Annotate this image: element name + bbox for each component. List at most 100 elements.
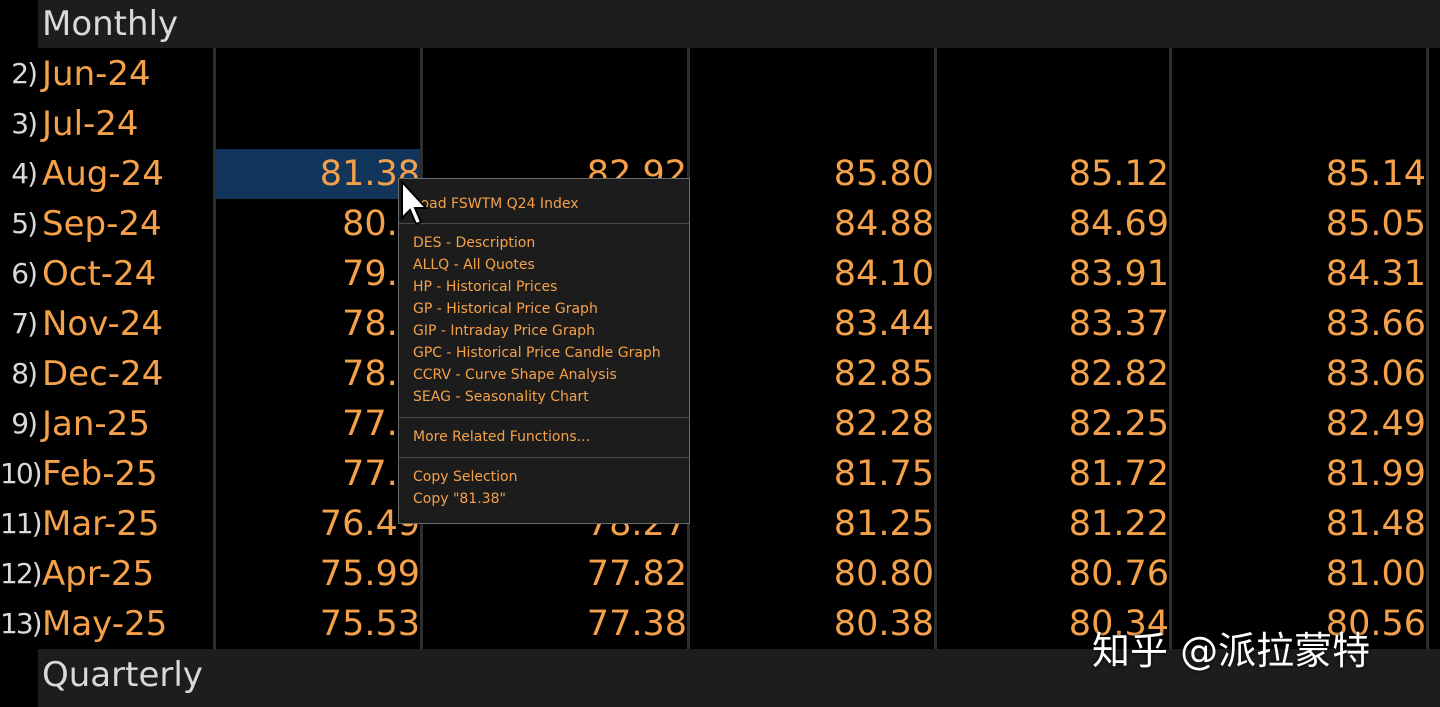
table-row: 10) Feb-25 77.0 81.75 81.72 81.99 [0, 449, 1440, 499]
row-number: 12) [0, 557, 43, 590]
month-label: Sep-24 [42, 204, 162, 244]
menu-item-copy-value[interactable]: Copy "81.38" [413, 488, 506, 510]
month-label: Jan-25 [42, 404, 150, 444]
menu-item-gp[interactable]: GP - Historical Price Graph [413, 298, 598, 320]
menu-item-seag[interactable]: SEAG - Seasonality Chart [413, 386, 589, 408]
month-label: Mar-25 [42, 504, 160, 544]
month-label: Dec-24 [42, 354, 164, 394]
price-cell[interactable]: 81.72 [937, 449, 1169, 499]
price-cell[interactable]: 77.38 [423, 599, 687, 649]
price-cell[interactable]: 75.99 [216, 549, 420, 599]
month-label: Apr-25 [42, 554, 155, 594]
row-number: 4) [11, 157, 38, 190]
price-cell[interactable]: 85.12 [937, 149, 1169, 199]
price-cell[interactable]: 80.38 [690, 599, 934, 649]
price-cell[interactable]: 80.5 [216, 199, 420, 249]
price-cell[interactable] [1172, 99, 1426, 149]
price-cell[interactable]: 84.69 [937, 199, 1169, 249]
menu-item-des[interactable]: DES - Description [413, 232, 535, 254]
month-label: Jun-24 [42, 54, 151, 94]
table-row: 11) Mar-25 76.49 78.27 81.25 81.22 81.48 [0, 499, 1440, 549]
menu-separator [399, 223, 689, 224]
table-row: 9) Jan-25 77.6 82.28 82.25 82.49 [0, 399, 1440, 449]
price-cell[interactable] [937, 49, 1169, 99]
price-cell[interactable]: 83.66 [1172, 299, 1426, 349]
price-cell[interactable]: 81.99 [1172, 449, 1426, 499]
price-cell[interactable]: 78.9 [216, 299, 420, 349]
menu-item-copy-selection[interactable]: Copy Selection [413, 466, 517, 488]
price-cell[interactable]: 85.80 [690, 149, 934, 199]
mouse-pointer-icon [401, 179, 429, 226]
price-cell[interactable]: 76.49 [216, 499, 420, 549]
price-cell[interactable] [423, 99, 687, 149]
context-menu: Load FSWTM Q24 Index DES - Description A… [398, 178, 690, 524]
month-label: Aug-24 [42, 154, 164, 194]
row-number: 8) [11, 357, 38, 390]
row-number: 9) [11, 407, 38, 440]
table-row: 4) Aug-24 81.38 82.92 85.80 85.12 85.14 [0, 149, 1440, 199]
price-cell[interactable] [423, 49, 687, 99]
price-cell[interactable]: 75.53 [216, 599, 420, 649]
price-cell[interactable]: 84.88 [690, 199, 934, 249]
price-cell[interactable]: 77.82 [423, 549, 687, 599]
month-label: Nov-24 [42, 304, 163, 344]
row-number: 6) [11, 257, 38, 290]
table-row: 3) Jul-24 [0, 99, 1440, 149]
price-cell[interactable]: 81.48 [1172, 499, 1426, 549]
price-cell[interactable] [216, 99, 420, 149]
price-cell[interactable]: 84.31 [1172, 249, 1426, 299]
price-cell[interactable]: 81.22 [937, 499, 1169, 549]
row-number: 2) [11, 57, 38, 90]
price-cell[interactable]: 83.37 [937, 299, 1169, 349]
price-cell[interactable] [690, 99, 934, 149]
menu-item-allq[interactable]: ALLQ - All Quotes [413, 254, 535, 276]
price-cell[interactable]: 83.06 [1172, 349, 1426, 399]
row-number: 11) [0, 507, 43, 540]
price-cell[interactable]: 81.00 [1172, 549, 1426, 599]
price-cell[interactable]: 82.49 [1172, 399, 1426, 449]
price-cell[interactable]: 82.25 [937, 399, 1169, 449]
table-row: 6) Oct-24 79.6 84.10 83.91 84.31 [0, 249, 1440, 299]
price-cell[interactable]: 81.75 [690, 449, 934, 499]
menu-item-gip[interactable]: GIP - Intraday Price Graph [413, 320, 595, 342]
row-number: 7) [11, 307, 38, 340]
price-cell[interactable] [216, 49, 420, 99]
month-label: May-25 [42, 604, 168, 644]
price-cell[interactable]: 85.05 [1172, 199, 1426, 249]
price-cell[interactable]: 77.6 [216, 399, 420, 449]
price-cell[interactable]: 80.80 [690, 549, 934, 599]
row-number: 5) [11, 207, 38, 240]
month-label: Feb-25 [42, 454, 158, 494]
table-row: 8) Dec-24 78.2 82.85 82.82 83.06 [0, 349, 1440, 399]
price-cell[interactable]: 83.91 [937, 249, 1169, 299]
price-cell[interactable]: 82.82 [937, 349, 1169, 399]
price-cell[interactable]: 85.14 [1172, 149, 1426, 199]
table-row: 7) Nov-24 78.9 83.44 83.37 83.66 [0, 299, 1440, 349]
menu-item-more-functions[interactable]: More Related Functions... [413, 426, 590, 448]
price-cell[interactable]: 82.28 [690, 399, 934, 449]
price-cell[interactable]: 82.85 [690, 349, 934, 399]
row-number: 13) [0, 607, 43, 640]
menu-item-ccrv[interactable]: CCRV - Curve Shape Analysis [413, 364, 617, 386]
price-cell[interactable]: 81.25 [690, 499, 934, 549]
menu-item-hp[interactable]: HP - Historical Prices [413, 276, 557, 298]
price-cell[interactable]: 83.44 [690, 299, 934, 349]
price-cell[interactable] [1172, 49, 1426, 99]
watermark-text: 知乎 @派拉蒙特 [1092, 629, 1371, 673]
row-number: 10) [0, 457, 43, 490]
price-cell[interactable]: 81.38 [216, 149, 420, 199]
price-cell[interactable]: 84.10 [690, 249, 934, 299]
menu-separator [399, 417, 689, 418]
price-cell[interactable]: 80.76 [937, 549, 1169, 599]
table-row: 12) Apr-25 75.99 77.82 80.80 80.76 81.00 [0, 549, 1440, 599]
price-cell[interactable] [690, 49, 934, 99]
month-label: Oct-24 [42, 254, 157, 294]
menu-item-gpc[interactable]: GPC - Historical Price Candle Graph [413, 342, 661, 364]
price-cell[interactable] [937, 99, 1169, 149]
price-cell[interactable]: 78.2 [216, 349, 420, 399]
month-label: Jul-24 [42, 104, 139, 144]
price-cell[interactable]: 79.6 [216, 249, 420, 299]
price-cell[interactable]: 77.0 [216, 449, 420, 499]
menu-item-load-index[interactable]: Load FSWTM Q24 Index [413, 193, 578, 215]
row-number: 3) [11, 107, 38, 140]
